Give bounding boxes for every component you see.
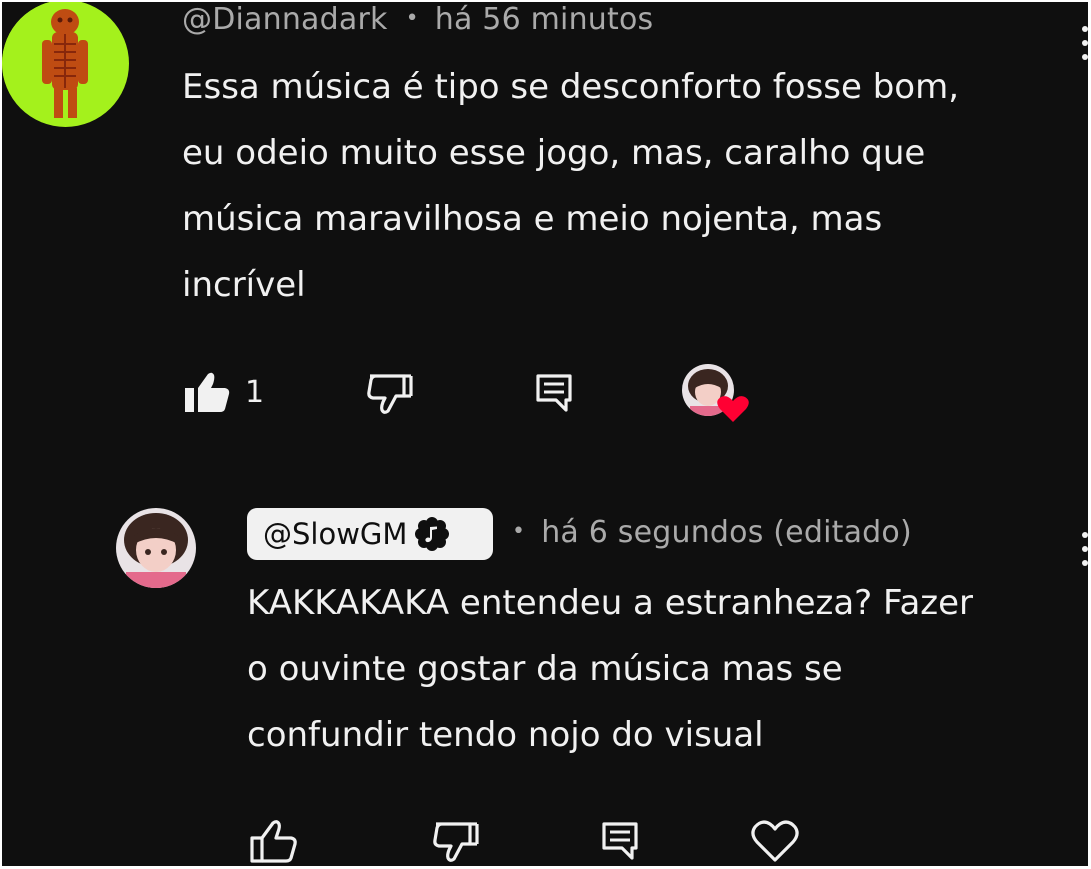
- thumbs-up-icon: [185, 372, 230, 412]
- heart-icon: [717, 396, 749, 422]
- reply-dislike-button[interactable]: [432, 820, 480, 864]
- reply-body: KAKKAKAKA entendeu a estranheza? Fazer o…: [247, 570, 973, 768]
- reply-reply-button[interactable]: [600, 820, 640, 862]
- reply-text-line: o ouvinte gostar da música mas se: [247, 649, 843, 689]
- comment-more-options-button[interactable]: [1078, 26, 1088, 60]
- comment-meta: @Diannadark • há 56 minutos: [182, 2, 653, 37]
- comment-text-line: incrível: [182, 265, 306, 305]
- reply-author: @SlowGM: [263, 517, 408, 551]
- thumbs-up-icon: [250, 820, 297, 863]
- reply-heart-button[interactable]: [750, 818, 800, 864]
- meta-separator: •: [512, 519, 526, 544]
- creator-heart-badge: [682, 364, 752, 426]
- reply-author-avatar[interactable]: [116, 508, 196, 588]
- thumbs-down-icon: [433, 822, 479, 862]
- reply-timestamp[interactable]: há 6 segundos (editado): [541, 515, 912, 550]
- reply-comment-icon: [602, 822, 638, 860]
- comment-reply-button[interactable]: [534, 372, 574, 414]
- comment-text-line: Essa música é tipo se desconforto fosse …: [182, 67, 960, 107]
- reply-author-chip[interactable]: @SlowGM: [247, 508, 493, 560]
- reply-text-line: confundir tendo nojo do visual: [247, 715, 764, 755]
- comment-thread: @Diannadark • há 56 minutos Essa música é …: [2, 2, 1088, 866]
- comment-author[interactable]: @Diannadark: [182, 2, 388, 37]
- music-note-badge-icon: [415, 517, 450, 551]
- meta-separator: •: [405, 6, 419, 31]
- comment-body: Essa música é tipo se desconforto fosse …: [182, 54, 959, 318]
- reply-more-options-button[interactable]: [1078, 532, 1088, 566]
- comment-timestamp[interactable]: há 56 minutos: [435, 2, 654, 37]
- commenter-avatar[interactable]: [2, 2, 129, 127]
- more-vertical-icon: [1082, 26, 1088, 32]
- reply-meta: • há 6 segundos (editado): [512, 515, 912, 550]
- comment-text-line: eu odeio muito esse jogo, mas, caralho q…: [182, 133, 926, 173]
- comment-like-button[interactable]: 1: [183, 370, 264, 414]
- comment-like-count: 1: [245, 374, 265, 410]
- reply-comment-icon: [536, 374, 572, 412]
- heart-icon: [751, 820, 799, 862]
- comment-dislike-button[interactable]: [366, 372, 414, 416]
- thumbs-down-icon: [367, 374, 413, 414]
- more-vertical-icon: [1082, 532, 1088, 538]
- reply-like-button[interactable]: [249, 818, 299, 864]
- comment-text-line: música maravilhosa e meio nojenta, mas: [182, 199, 883, 239]
- reply-text-line: KAKKAKAKA entendeu a estranheza? Fazer: [247, 583, 974, 623]
